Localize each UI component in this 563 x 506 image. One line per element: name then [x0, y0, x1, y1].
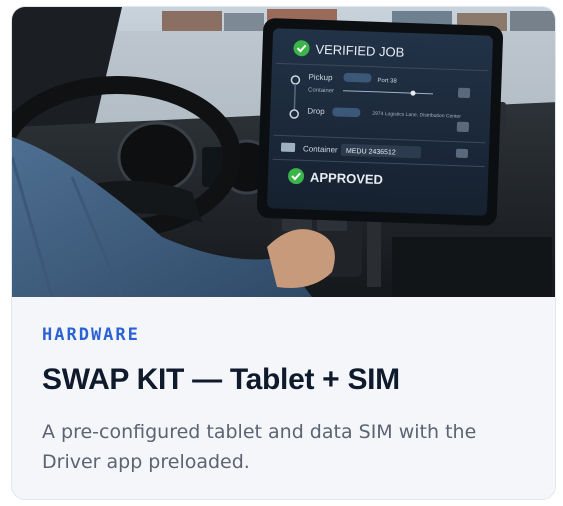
container-small-label: Container	[308, 87, 334, 94]
truck-icon	[456, 121, 469, 133]
drop-label: Drop	[307, 106, 325, 116]
tablet-header: VERIFIED JOB	[315, 42, 404, 60]
hero-image: VERIFIED JOB Pickup Port 38 Container Dr…	[12, 7, 555, 297]
product-card[interactable]: VERIFIED JOB Pickup Port 38 Container Dr…	[11, 6, 556, 500]
product-title: SWAP KIT — Tablet + SIM	[42, 363, 400, 396]
barcode-icon	[280, 142, 296, 153]
category-label: HARDWARE	[42, 325, 140, 345]
truck-icon	[457, 87, 471, 99]
approved-status: APPROVED	[310, 170, 383, 188]
port-label: Port 38	[377, 78, 397, 85]
container-label: Container	[303, 144, 338, 154]
product-description: A pre-configured tablet and data SIM wit…	[42, 421, 477, 473]
pickup-label: Pickup	[308, 72, 333, 82]
